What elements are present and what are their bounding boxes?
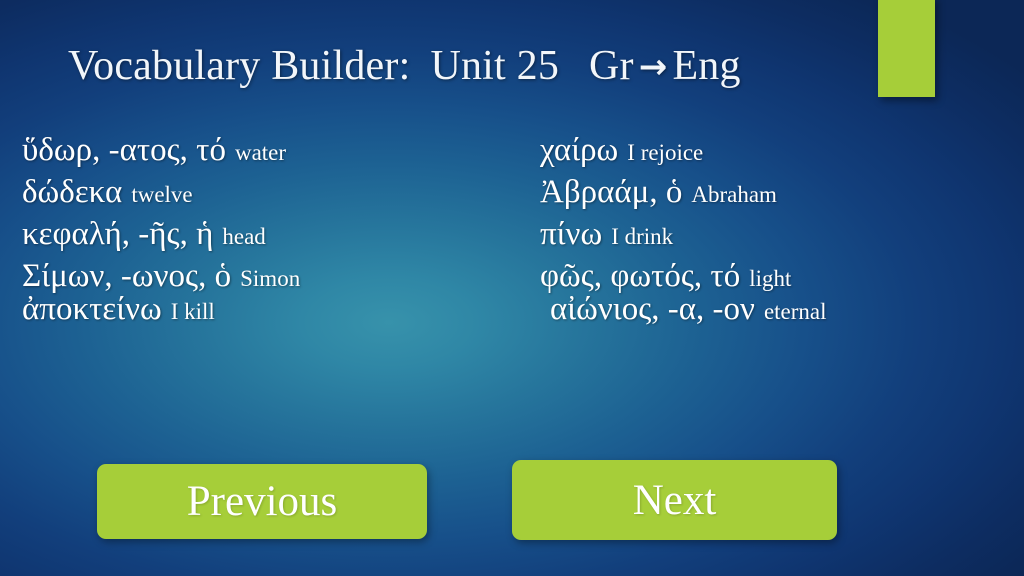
- next-button[interactable]: Next: [512, 460, 837, 540]
- vocabulary-entry: πίνω I drink: [540, 218, 1020, 251]
- english-gloss: I rejoice: [627, 140, 704, 165]
- previous-button[interactable]: Previous: [97, 464, 427, 539]
- english-gloss: I kill: [170, 299, 215, 324]
- vocabulary-entry: ὕδωρ, -ατος, τό water: [22, 134, 522, 167]
- english-gloss: head: [222, 224, 266, 249]
- vocabulary-entry: ἀποκτείνω I kill: [22, 293, 522, 326]
- vocabulary-entry: Σίμων, -ωνος, ὁ Simon: [22, 260, 522, 293]
- vocabulary-entry: χαίρω I rejoice: [540, 134, 1020, 167]
- title-unit: Unit 25: [430, 43, 560, 89]
- vocabulary-column-left: ὕδωρ, -ατος, τό water δώδεκα twelve κεφαλή…: [22, 134, 522, 326]
- greek-term: κεφαλή, -ῆς, ἡ: [22, 216, 214, 252]
- english-gloss: Simon: [240, 266, 301, 291]
- greek-term: Σίμων, -ωνος, ὁ: [22, 258, 232, 294]
- greek-term: πίνω: [540, 216, 603, 252]
- greek-term: Ἀβραάμ, ὁ: [540, 174, 683, 210]
- vocabulary-entry: κεφαλή, -ῆς, ἡ head: [22, 218, 522, 251]
- vocabulary-entry: φῶς, φωτός, τό light: [540, 260, 1020, 293]
- vocabulary-entry: δώδεκα twelve: [22, 176, 522, 209]
- english-gloss: water: [234, 140, 287, 165]
- english-gloss: eternal: [763, 299, 827, 324]
- title-main: Vocabulary Builder:: [68, 43, 411, 89]
- vocabulary-slide: Vocabulary Builder: Unit 25 Gr → Eng ὕδωρ, -…: [0, 0, 1024, 576]
- title-source-language: Gr: [589, 43, 634, 89]
- green-accent-bar: [878, 0, 935, 97]
- page-title: Vocabulary Builder: Unit 25 Gr → Eng: [68, 42, 741, 90]
- english-gloss: I drink: [611, 224, 674, 249]
- greek-term: φῶς, φωτός, τό: [540, 258, 741, 294]
- vocabulary-column-right: χαίρω I rejoice Ἀβραάμ, ὁ Abraham πίνω I dr…: [540, 134, 1020, 326]
- vocabulary-entry: αἰώνιος, -α, -ον eternal: [540, 293, 1020, 326]
- english-gloss: light: [749, 266, 792, 291]
- english-gloss: Abraham: [691, 182, 777, 207]
- greek-term: χαίρω: [540, 132, 619, 168]
- vocabulary-columns: ὕδωρ, -ατος, τό water δώδεκα twelve κεφαλή…: [0, 134, 1024, 424]
- title-target-language: Eng: [672, 43, 741, 89]
- greek-term: ὕδωρ, -ατος, τό: [22, 132, 226, 168]
- greek-term: αἰώνιος, -α, -ον: [550, 291, 755, 327]
- greek-term: ἀποκτείνω: [22, 291, 162, 327]
- arrow-right-icon: →: [638, 47, 668, 87]
- greek-term: δώδεκα: [22, 174, 123, 210]
- english-gloss: twelve: [131, 182, 193, 207]
- vocabulary-entry: Ἀβραάμ, ὁ Abraham: [540, 176, 1020, 209]
